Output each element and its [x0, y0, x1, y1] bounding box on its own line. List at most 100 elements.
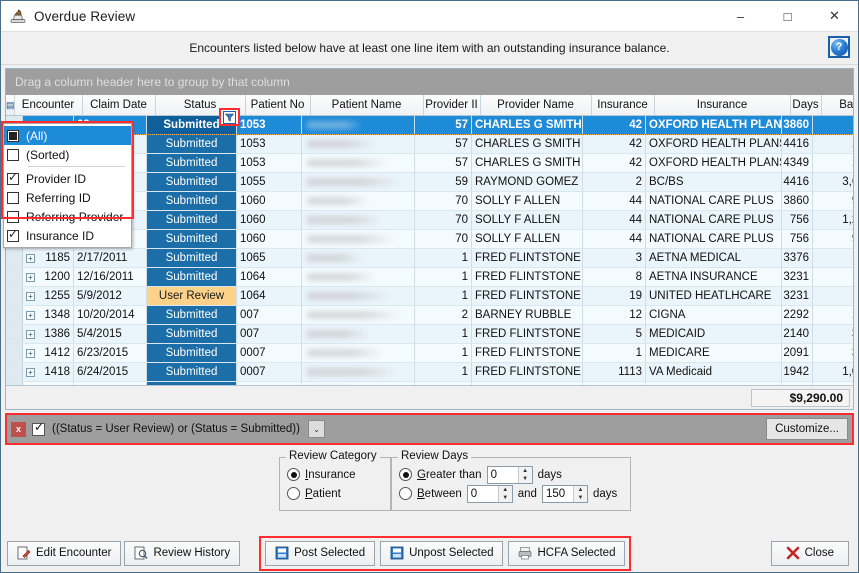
hcfa-selected-button[interactable]: HCFA Selected [508, 540, 626, 566]
options-panel: Review Category IInsurancensurance Patie… [5, 449, 854, 513]
checkbox-icon[interactable] [7, 210, 19, 223]
cell-insurance-id: 44 [583, 211, 646, 229]
help-button[interactable]: ? [828, 36, 850, 58]
dropdown-item--sorted-[interactable]: (Sorted) [4, 145, 131, 164]
table-row[interactable]: +1348 10/20/2014 Submitted 007 2 BARNEY RUBBL… [6, 306, 853, 325]
clear-filter-button[interactable]: x [11, 421, 26, 437]
greater-than-stepper[interactable]: ▲▼ [486, 465, 533, 484]
between-to-arrows[interactable]: ▲ ▼ [572, 485, 587, 502]
table-row[interactable]: +10Submitted106070SOLLY F ALLEN44NATIONA… [6, 211, 853, 230]
close-button[interactable]: Close [770, 540, 849, 566]
table-row[interactable]: +9Submitted105559RAYMOND GOMEZ2BC/BS4416… [6, 173, 853, 192]
cell-patient-no: 1064 [237, 268, 302, 286]
cell-provider-name: SOLLY F ALLEN [472, 230, 583, 248]
cell-patient-no: 1060 [237, 230, 302, 248]
column-header-balance-10[interactable]: Balance [821, 95, 853, 115]
checkbox-icon[interactable] [7, 191, 19, 204]
table-row[interactable]: +1185 2/17/2011 Submitted 1065 1 FRED FLINTST… [6, 249, 853, 268]
dropdown-item-referring-provider[interactable]: Referring Provider [4, 207, 131, 226]
review-history-button[interactable]: Review History [124, 540, 241, 566]
column-header-patient-name-4[interactable]: Patient Name [310, 95, 424, 115]
dropdown-item--all-[interactable]: (All) [4, 126, 131, 145]
dropdown-item-insurance-id[interactable]: Insurance ID [4, 226, 131, 245]
row-indicator [6, 249, 23, 267]
column-header-patient-no-3[interactable]: Patient No [245, 95, 311, 115]
unpost-selected-button[interactable]: Unpost Selected [380, 540, 504, 566]
column-header-days-9[interactable]: Days [790, 95, 822, 115]
table-row[interactable]: +10Submitted106070SOLLY F ALLEN44NATIONA… [6, 192, 853, 211]
redacted-patient-name [307, 349, 383, 357]
radio-greater-than[interactable]: Greater than ▲▼ days [392, 465, 630, 484]
cell-patient-no: 0007 [237, 363, 302, 381]
cell-insurance-id: 42 [583, 116, 646, 134]
expand-row-icon[interactable]: + [26, 291, 35, 301]
cell-insurance: OXFORD HEALTH PLANS [646, 116, 782, 134]
cell-patient-name [302, 287, 415, 305]
checkbox-icon[interactable] [7, 170, 19, 185]
between-from-input[interactable] [467, 485, 498, 502]
column-filter-dropdown[interactable]: (All) (Sorted) Provider ID Referring ID Refe… [3, 123, 132, 248]
between-to-stepper[interactable]: ▲▼ [541, 484, 588, 503]
filter-history-dropdown[interactable]: ⌄ [307, 420, 325, 438]
radio-insurance[interactable]: IInsurancensurance [280, 465, 390, 484]
radio-patient[interactable]: Patient [280, 484, 390, 503]
column-header-insurance-7[interactable]: Insurance [591, 95, 655, 115]
post-selected-button[interactable]: Post Selected [265, 540, 376, 566]
cell-patient-name [302, 230, 415, 248]
column-header-provider-name-6[interactable]: Provider Name [480, 95, 592, 115]
table-row[interactable]: +1412 6/23/2015 Submitted 0007 1 FRED FLINTST… [6, 344, 853, 363]
cell-balance: 120.00 [813, 306, 853, 324]
column-header-claim-date-1[interactable]: Claim Date [82, 95, 156, 115]
close-icon[interactable]: ✕ [811, 1, 858, 32]
column-header-encounter-0[interactable]: Encounter [14, 95, 83, 115]
radio-between[interactable]: Between ▲▼ and ▲▼ days [392, 484, 630, 503]
expand-row-icon[interactable]: + [26, 367, 35, 377]
cell-provider-name: RAYMOND GOMEZ [472, 173, 583, 191]
review-category-legend: Review Category [286, 450, 380, 462]
column-header-insurance-8[interactable]: Insurance [654, 95, 791, 115]
cell-status: Submitted [147, 363, 237, 381]
greater-than-arrows[interactable]: ▲ ▼ [517, 466, 532, 483]
table-row[interactable]: +1255 5/9/2012 User Review 1064 1 FRED FLINTS… [6, 287, 853, 306]
expand-row-icon[interactable]: + [26, 348, 35, 358]
redacted-patient-name [307, 292, 389, 300]
cell-status: User Review [147, 287, 237, 305]
minimize-button[interactable]: – [717, 1, 764, 32]
review-days-group: Review Days Greater than ▲▼ days Between [391, 450, 631, 511]
selected-actions-group: Post Selected Unpost Selected HCFA Selec… [259, 535, 632, 571]
cell-insurance-id: 2 [583, 173, 646, 191]
column-header-provider-ii-5[interactable]: Provider II [423, 95, 481, 115]
edit-encounter-button[interactable]: Edit Encounter [7, 540, 122, 566]
dropdown-item-provider-id[interactable]: Provider ID [4, 169, 131, 188]
dropdown-item-referring-id[interactable]: Referring ID [4, 188, 131, 207]
maximize-button[interactable]: □ [764, 1, 811, 32]
group-by-panel[interactable]: Drag a column header here to group by th… [6, 69, 853, 95]
table-row[interactable]: +09Submitted105357CHARLES G SMITH42OXFOR… [6, 116, 853, 135]
greater-than-input[interactable] [487, 466, 518, 483]
between-from-arrows[interactable]: ▲ ▼ [497, 485, 512, 502]
table-row[interactable]: +1418 6/24/2015 Submitted 0007 1 FRED FLINTST… [6, 363, 853, 382]
expand-row-icon[interactable]: + [26, 310, 35, 320]
checkbox-icon[interactable] [7, 129, 19, 142]
table-row[interactable]: +9Submitted105357CHARLES G SMITH42OXFORD… [6, 154, 853, 173]
customize-button[interactable]: Customize... [766, 418, 848, 440]
table-row[interactable]: +11699/16/2010Submitted106070SOLLY F ALL… [6, 230, 853, 249]
table-row[interactable]: +1200 12/16/2011 Submitted 1064 1 FRED FLINTS… [6, 268, 853, 287]
between-from-stepper[interactable]: ▲▼ [466, 484, 513, 503]
filter-enabled-checkbox[interactable] [32, 420, 45, 436]
checkbox-icon[interactable] [7, 148, 19, 161]
between-to-input[interactable] [542, 485, 573, 502]
expand-row-icon[interactable]: + [26, 253, 35, 263]
table-row[interactable]: +9Submitted105357CHARLES G SMITH42OXFORD… [6, 135, 853, 154]
expand-row-icon[interactable]: + [26, 272, 35, 282]
close-button-label: Close [804, 547, 834, 559]
column-filter-button[interactable] [219, 108, 240, 126]
help-icon: ? [830, 38, 848, 56]
checkbox-icon[interactable] [7, 227, 19, 242]
expand-row-icon[interactable]: + [26, 329, 35, 339]
cell-encounter: +1348 [23, 306, 74, 324]
group-panel-text: Drag a column header here to group by th… [15, 75, 290, 89]
row-indicator-header[interactable]: ▤ [6, 95, 15, 115]
table-row[interactable]: +1386 5/4/2015 Submitted 007 1 FRED FLINTSTON… [6, 325, 853, 344]
cell-insurance-id: 3 [583, 249, 646, 267]
